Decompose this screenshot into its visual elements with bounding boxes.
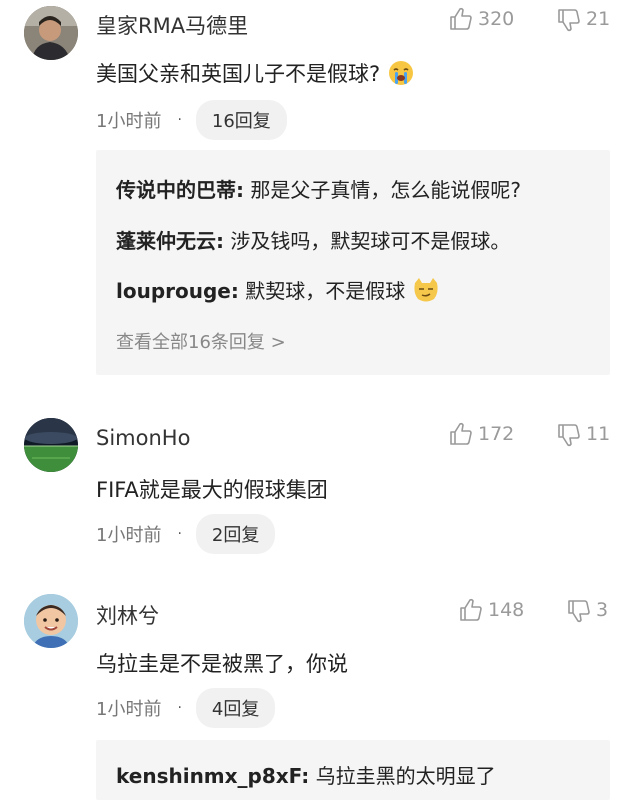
like-button[interactable]: 320 [448,6,514,32]
thumbs-up-icon [460,598,482,621]
comment-text[interactable]: FIFA就是最大的假球集团 [96,474,328,504]
thumbs-down-icon [568,600,590,623]
like-count: 172 [478,423,515,445]
username[interactable]: 皇家RMA马德里 [96,10,248,40]
dislike-button[interactable]: 21 [556,6,610,32]
avatar[interactable] [24,6,78,60]
reply-author[interactable]: kenshinmx_p8xF: [116,764,309,788]
timestamp: 1小时前 [96,525,162,546]
reply-text: 乌拉圭黑的太明显了 [309,764,496,788]
reply-author[interactable]: 传说中的巴蒂: [116,178,244,202]
comment-2: SimonHo 172 11 FIFA就是最大的假球集团 1小时前 · 2回复 [0,418,640,578]
avatar[interactable] [24,594,78,648]
comment-meta: 1小时前 · 4回复 [96,688,276,728]
dislike-button[interactable]: 3 [566,597,608,623]
reply-text: 涉及钱吗，默契球可不是假球。 [224,229,511,253]
reply-text: 那是父子真情，怎么能说假呢? [244,178,521,202]
replies-button[interactable]: 2回复 [195,514,276,554]
comment-meta: 1小时前 · 16回复 [96,100,287,140]
separator-dot: · [177,526,182,542]
reply-item[interactable]: kenshinmx_p8xF: 乌拉圭黑的太明显了 [116,760,496,789]
separator-dot: · [177,700,182,716]
stadium-photo-icon [24,418,78,472]
username[interactable]: SimonHo [96,426,190,450]
like-count: 320 [478,8,515,30]
like-count: 148 [488,599,525,621]
reply-author[interactable]: 蓬莱仲无云: [116,229,224,253]
timestamp: 1小时前 [96,699,162,720]
comment-text[interactable]: 乌拉圭是不是被黑了，你说 [96,648,348,678]
dislike-count: 21 [586,8,611,30]
replies-button[interactable]: 16回复 [195,100,287,140]
comment-text[interactable]: 美国父亲和英国儿子不是假球? [96,58,415,92]
thumbs-up-icon [450,7,472,30]
timestamp: 1小时前 [96,111,162,132]
username[interactable]: 刘林兮 [96,600,159,630]
reply-item[interactable]: 传说中的巴蒂: 那是父子真情，怎么能说假呢? [116,174,521,203]
like-button[interactable]: 148 [458,597,524,623]
reply-author[interactable]: louprouge: [116,279,239,303]
thumbs-up-icon [450,422,472,445]
user-photo-icon [24,6,78,60]
comment-meta: 1小时前 · 2回复 [96,514,276,554]
dislike-button[interactable]: 11 [556,421,610,447]
separator-dot: · [177,112,182,128]
reply-text: 默契球，不是假球 [238,279,406,303]
thumbs-down-icon [558,9,580,32]
reply-preview-box[interactable]: kenshinmx_p8xF: 乌拉圭黑的太明显了 [96,740,610,800]
comment-text-content: 美国父亲和英国儿子不是假球? [96,62,381,86]
dislike-count: 3 [596,599,609,621]
dislike-count: 11 [586,423,611,445]
smirk-cat-icon [412,277,440,308]
reply-item[interactable]: 蓬莱仲无云: 涉及钱吗，默契球可不是假球。 [116,225,510,254]
reply-item[interactable]: louprouge: 默契球，不是假球 [116,275,440,308]
child-photo-icon [24,594,78,648]
replies-button[interactable]: 4回复 [195,688,276,728]
reply-preview-box[interactable]: 传说中的巴蒂: 那是父子真情，怎么能说假呢? 蓬莱仲无云: 涉及钱吗，默契球可不… [96,150,610,375]
avatar[interactable] [24,418,78,472]
comment-1: 皇家RMA马德里 320 21 美国父亲和英国儿子不是假球? 1小时前 · 16… [0,0,640,395]
thumbs-down-icon [558,424,580,447]
view-all-replies-link[interactable]: 查看全部16条回复 > [116,328,286,354]
comment-3: 刘林兮 148 3 乌拉圭是不是被黑了，你说 1小时前 · 4回复 kenshi… [0,594,640,800]
crying-face-icon [387,59,415,92]
like-button[interactable]: 172 [448,421,514,447]
